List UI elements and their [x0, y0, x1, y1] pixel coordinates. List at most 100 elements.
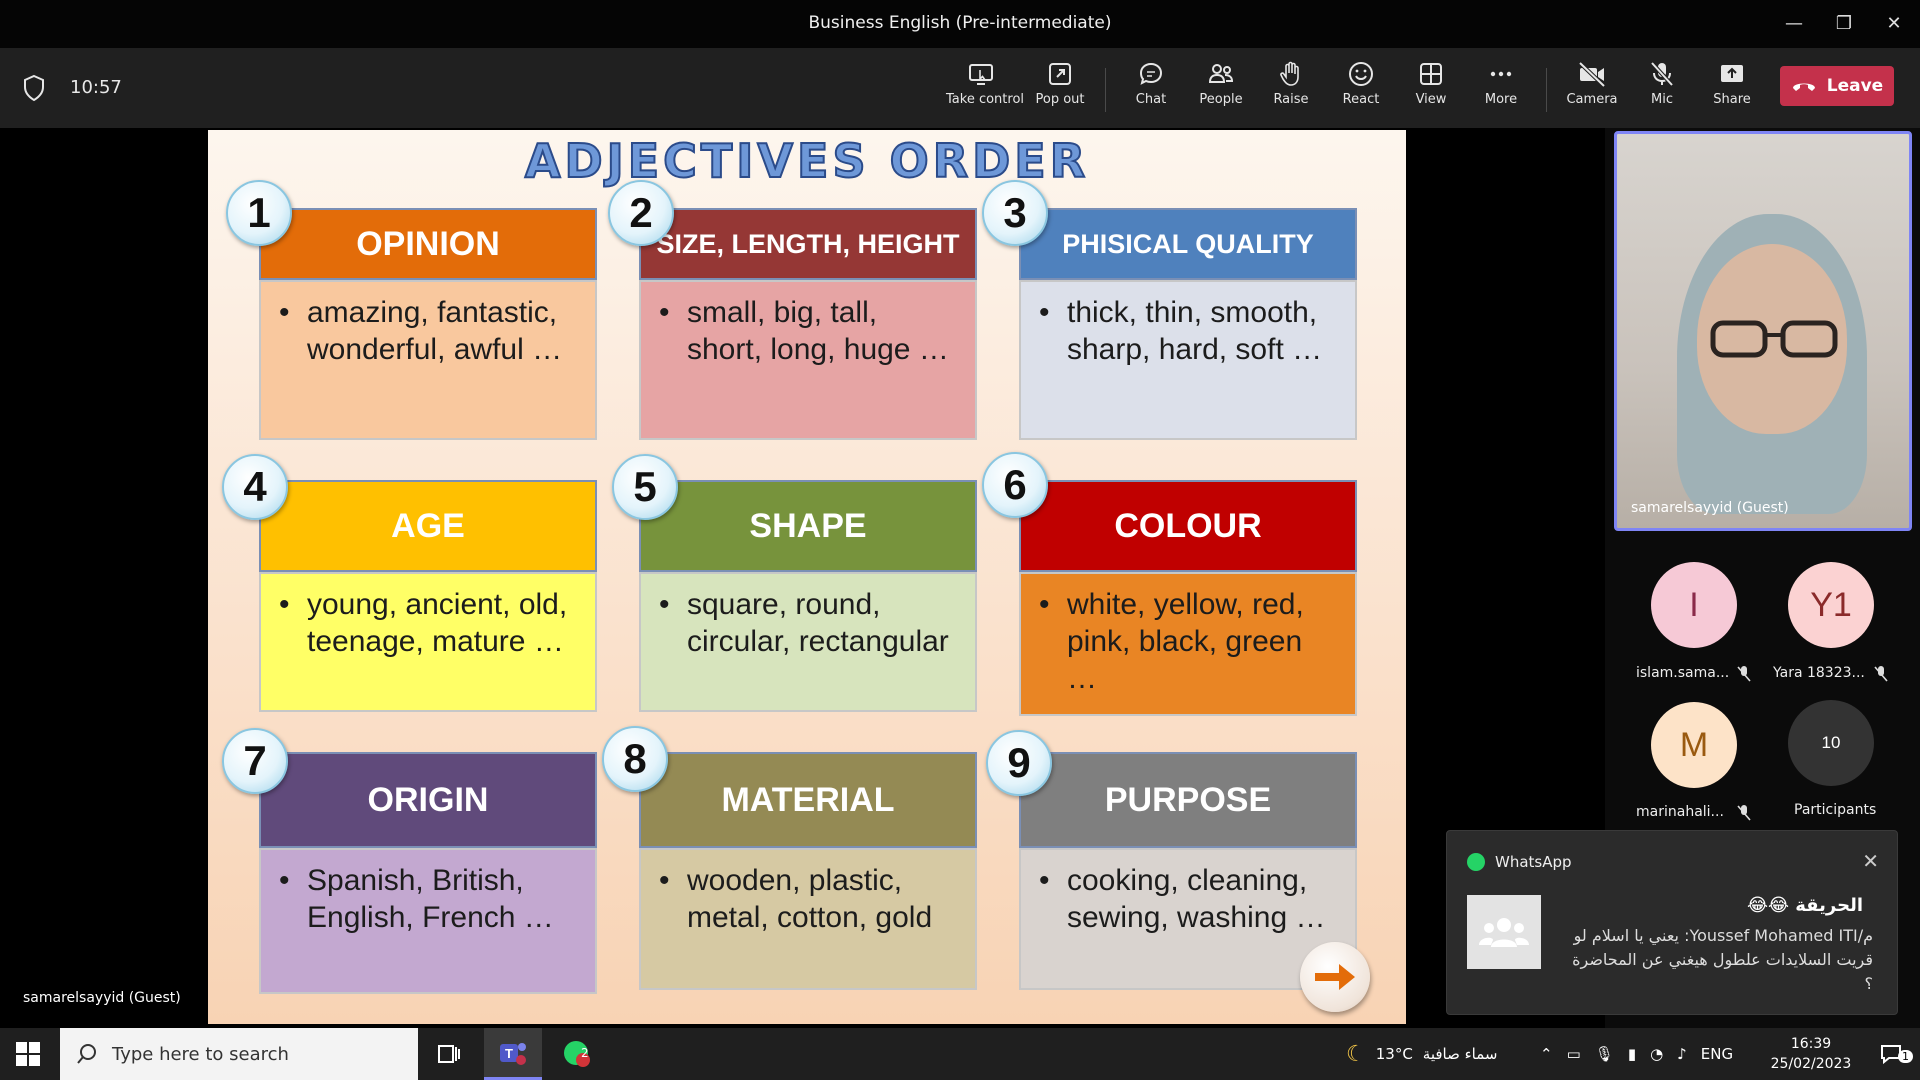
avatar-name-marina: marinahali... — [1636, 804, 1724, 820]
take-control-button[interactable]: Take control — [946, 60, 1025, 122]
raise-hand-button[interactable]: Raise — [1256, 60, 1326, 122]
moon-icon: ☾ — [1346, 1041, 1366, 1067]
card-1-body: • amazing, fantastic, wonderful, awful … — [259, 280, 597, 440]
camera-button[interactable]: Camera — [1557, 60, 1627, 122]
taskbar-search[interactable]: Type here to search — [60, 1028, 418, 1080]
search-placeholder: Type here to search — [112, 1043, 289, 1065]
arrow-right-icon — [1315, 964, 1355, 990]
svg-text:T: T — [505, 1046, 513, 1061]
number-badge-5: 5 — [612, 454, 678, 520]
weather-widget[interactable]: ☾ 13°C سماء صافية — [1346, 1028, 1497, 1080]
windows-taskbar: Type here to search T 2 ☾ 13°C سماء صافي… — [0, 1028, 1920, 1080]
card-8: MATERIAL • wooden, plastic, metal, cotton… — [639, 752, 977, 990]
card-2-head: SIZE, LENGTH, HEIGHT — [639, 208, 977, 280]
card-3-head: PHISICAL QUALITY — [1019, 208, 1357, 280]
participants-count[interactable]: 10 — [1788, 700, 1874, 786]
next-slide-button[interactable] — [1300, 942, 1370, 1012]
view-icon — [1420, 63, 1442, 85]
pop-out-button[interactable]: Pop out — [1025, 60, 1095, 122]
card-4: AGE • young, ancient, old, teenage, matur… — [259, 480, 597, 712]
more-button[interactable]: More — [1466, 60, 1536, 122]
react-button[interactable]: React — [1326, 60, 1396, 122]
share-button[interactable]: Share — [1697, 60, 1767, 122]
camera-off-icon — [1578, 61, 1606, 88]
notification-center-button[interactable]: 1 — [1862, 1028, 1920, 1080]
card-9: PURPOSE • cooking, cleaning, sewing, wash… — [1019, 752, 1357, 990]
raise-hand-icon — [1280, 61, 1299, 86]
participant-video-tile[interactable]: samarelsayyid (Guest) — [1614, 131, 1912, 531]
card-5-body: • square, round, circular, rectangular — [639, 572, 977, 712]
people-button[interactable]: People — [1186, 60, 1256, 122]
whatsapp-taskbar-button[interactable]: 2 — [548, 1028, 606, 1080]
card-2-body: • small, big, tall, short, long, huge … — [639, 280, 977, 440]
card-9-head: PURPOSE — [1019, 752, 1357, 848]
react-icon — [1349, 62, 1373, 86]
avatar-islam[interactable]: I — [1651, 562, 1737, 648]
volume-icon[interactable]: ♪ — [1677, 1045, 1687, 1063]
card-2-items: small, big, tall, short, long, huge … — [687, 296, 949, 366]
restore-button[interactable]: ❐ — [1822, 8, 1866, 38]
number-badge-8: 8 — [602, 726, 668, 792]
weather-temp: 13°C — [1375, 1045, 1413, 1063]
notification-app-name: WhatsApp — [1495, 853, 1572, 871]
raise-label: Raise — [1273, 92, 1309, 107]
react-label: React — [1342, 92, 1380, 107]
mic-off-icon — [1737, 805, 1751, 821]
card-1-items: amazing, fantastic, wonderful, awful … — [307, 296, 563, 366]
number-badge-9: 9 — [986, 730, 1052, 796]
toolbar-divider — [1546, 68, 1547, 112]
group-avatar — [1467, 895, 1541, 969]
toolbar-divider — [1105, 68, 1106, 112]
card-4-items: young, ancient, old, teenage, mature … — [307, 588, 568, 658]
number-badge-7: 7 — [222, 728, 288, 794]
group-icon — [1479, 918, 1529, 947]
view-button[interactable]: View — [1396, 60, 1466, 122]
pop-out-label: Pop out — [1035, 92, 1085, 107]
battery-icon[interactable]: ▮ — [1628, 1045, 1636, 1063]
avatar-marina[interactable]: M — [1651, 702, 1737, 788]
card-8-head: MATERIAL — [639, 752, 977, 848]
number-badge-1: 1 — [226, 180, 292, 246]
slide-title: ADJECTIVES ORDER — [524, 133, 1090, 189]
more-icon — [1490, 71, 1512, 77]
meeting-timer: 10:57 — [70, 77, 122, 98]
number-badge-4: 4 — [222, 454, 288, 520]
language-indicator[interactable]: ENG — [1701, 1045, 1733, 1063]
mic-off-icon — [1737, 666, 1751, 682]
number-badge-3: 3 — [982, 180, 1048, 246]
hang-up-icon — [1792, 83, 1815, 91]
share-label: Share — [1713, 92, 1751, 107]
card-1: OPINION • amazing, fantastic, wonderful, … — [259, 208, 597, 440]
wifi-icon[interactable]: ◔ — [1650, 1045, 1663, 1063]
card-1-head: OPINION — [259, 208, 597, 280]
take-control-label: Take control — [946, 92, 1025, 107]
weather-text: سماء صافية — [1422, 1045, 1498, 1063]
title-bar: Business English (Pre-intermediate) — ❐ … — [0, 0, 1920, 48]
taskbar-clock[interactable]: 16:39 25/02/2023 — [1766, 1034, 1856, 1074]
close-icon[interactable]: ✕ — [1862, 849, 1879, 873]
mic-off-icon — [1650, 61, 1674, 87]
card-3-body: • thick, thin, smooth, sharp, hard, soft … — [1019, 280, 1357, 440]
avatar-yara[interactable]: Y1 — [1788, 562, 1874, 648]
chevron-up-icon[interactable]: ⌃ — [1540, 1045, 1553, 1063]
leave-button[interactable]: Leave — [1780, 66, 1894, 106]
presentation-slide: ADJECTIVES ORDER OPINION • amazing, fanta… — [208, 130, 1406, 1024]
microphone-icon[interactable]: 🎙 — [1595, 1045, 1614, 1063]
card-7: ORIGIN • Spanish, British, English, Frenc… — [259, 752, 597, 994]
card-6: COLOUR • white, yellow, red, pink, black,… — [1019, 480, 1357, 716]
windows-start-icon[interactable] — [16, 1042, 40, 1066]
meet-now-icon[interactable]: ▭ — [1567, 1045, 1581, 1063]
mic-button[interactable]: Mic — [1627, 60, 1697, 122]
minimize-button[interactable]: — — [1772, 8, 1816, 38]
shared-screen-stage: ADJECTIVES ORDER OPINION • amazing, fanta… — [0, 128, 1605, 1028]
whatsapp-notification[interactable]: WhatsApp ✕ الحريقة 😂😂 م/Youssef Mohamed … — [1446, 830, 1898, 1015]
teams-taskbar-button[interactable]: T — [484, 1028, 542, 1080]
chat-button[interactable]: Chat — [1116, 60, 1186, 122]
close-window-button[interactable]: ✕ — [1872, 8, 1916, 38]
pop-out-icon — [1049, 63, 1071, 85]
card-4-head: AGE — [259, 480, 597, 572]
system-tray: ⌃ ▭ 🎙 ▮ ◔ ♪ ENG — [1540, 1028, 1733, 1080]
task-view-button[interactable] — [420, 1028, 478, 1080]
share-icon — [1721, 65, 1743, 82]
avatar-name-yara: Yara 18323... — [1773, 665, 1865, 681]
